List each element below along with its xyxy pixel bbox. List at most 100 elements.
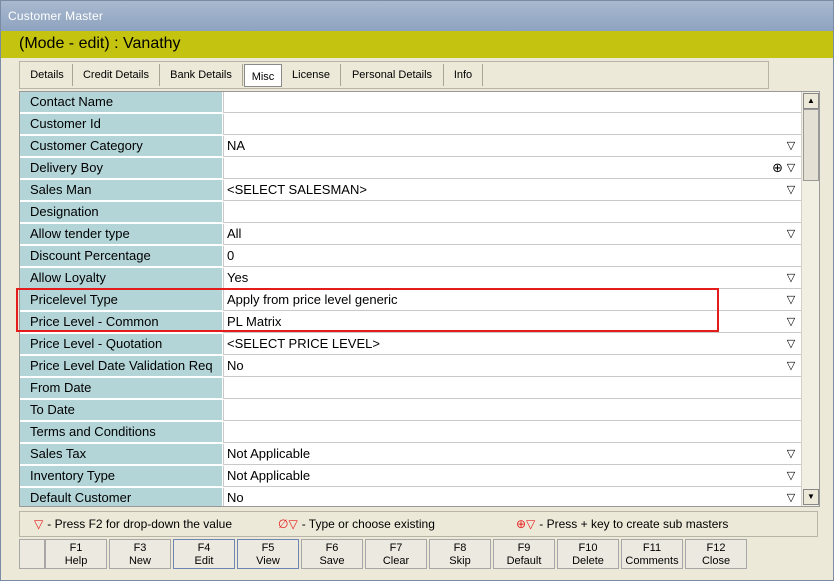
dropdown-arrow-icon[interactable]: ▽ xyxy=(785,492,797,504)
fkey-label: Delete xyxy=(572,555,604,567)
tab-credit-details[interactable]: Credit Details xyxy=(73,64,160,86)
field-value[interactable]: Not Applicable ▽ xyxy=(223,444,801,465)
function-key-bar: F1 Help F3 New F4 Edit F5 View F6 Save F7 Clear F8 Sk… xyxy=(19,539,747,571)
field-label: Sales Tax xyxy=(20,444,222,465)
field-value[interactable] xyxy=(223,422,801,443)
tab-personal-details[interactable]: Personal Details xyxy=(341,64,444,86)
tab-bank-details[interactable]: Bank Details xyxy=(160,64,243,86)
fkey-code: F10 xyxy=(578,542,598,554)
field-value[interactable]: <SELECT SALESMAN> ▽ xyxy=(223,180,801,201)
fkey-code: F8 xyxy=(453,542,467,554)
field-value[interactable]: Yes ▽ xyxy=(223,268,801,289)
f3-new-button[interactable]: F3 New xyxy=(109,539,171,569)
f4-edit-button[interactable]: F4 Edit xyxy=(173,539,235,569)
field-value[interactable]: ⊕ ▽ xyxy=(223,158,801,179)
field-value[interactable] xyxy=(223,400,801,421)
dropdown-arrow-icon[interactable]: ▽ xyxy=(785,338,797,350)
field-value[interactable]: Not Applicable ▽ xyxy=(223,466,801,487)
grid-row: Designation xyxy=(20,202,801,224)
field-value-text: No xyxy=(227,358,244,373)
tab-strip: Details Credit Details Bank Details Misc… xyxy=(19,61,769,89)
grid-row: Sales Tax Not Applicable ▽ xyxy=(20,444,801,466)
legend-submaster: ⊕▽ - Press + key to create sub masters xyxy=(516,517,728,531)
f6-save-button[interactable]: F6 Save xyxy=(301,539,363,569)
field-label: From Date xyxy=(20,378,222,399)
field-label: Allow Loyalty xyxy=(20,268,222,289)
vertical-scrollbar[interactable]: ▲ ▼ xyxy=(801,92,819,506)
grid-row: Customer Category NA ▽ xyxy=(20,136,801,158)
tab-details[interactable]: Details xyxy=(22,64,73,86)
f11-comments-button[interactable]: F11 Comments xyxy=(621,539,683,569)
field-value[interactable] xyxy=(223,114,801,135)
dropdown-arrow-icon[interactable]: ▽ xyxy=(785,448,797,460)
field-value[interactable]: PL Matrix ▽ xyxy=(223,312,801,333)
add-new-icon[interactable]: ⊕ xyxy=(772,160,783,176)
f7-clear-button[interactable]: F7 Clear xyxy=(365,539,427,569)
field-value-text: Apply from price level generic xyxy=(227,292,398,307)
field-value[interactable] xyxy=(223,92,801,113)
fkey-spacer-button[interactable] xyxy=(19,539,45,569)
field-label: Inventory Type xyxy=(20,466,222,487)
tab-info[interactable]: Info xyxy=(444,64,483,86)
field-value[interactable]: 0 xyxy=(223,246,801,267)
legend-dropdown-text: - Press F2 for drop-down the value xyxy=(47,517,232,531)
dropdown-arrow-icon[interactable]: ▽ xyxy=(785,360,797,372)
field-value[interactable]: Apply from price level generic ▽ xyxy=(223,290,801,311)
f12-close-button[interactable]: F12 Close xyxy=(685,539,747,569)
f1-help-button[interactable]: F1 Help xyxy=(45,539,107,569)
dropdown-arrow-icon[interactable]: ▽ xyxy=(785,162,797,174)
grid-row: Price Level Date Validation Req No ▽ xyxy=(20,356,801,378)
field-label: Discount Percentage xyxy=(20,246,222,267)
field-value[interactable] xyxy=(223,202,801,223)
scroll-up-icon[interactable]: ▲ xyxy=(803,93,819,109)
dropdown-arrow-icon[interactable]: ▽ xyxy=(785,184,797,196)
field-label: Price Level Date Validation Req xyxy=(20,356,222,377)
field-label: Price Level - Common xyxy=(20,312,222,333)
fkey-label: New xyxy=(128,555,151,567)
tab-license[interactable]: License xyxy=(282,64,341,86)
dropdown-arrow-icon[interactable]: ▽ xyxy=(785,228,797,240)
fkey-label: Save xyxy=(319,555,345,567)
legend-dropdown: ▽ - Press F2 for drop-down the value xyxy=(34,517,232,531)
fkey-label: Help xyxy=(64,555,88,567)
dropdown-arrow-icon[interactable]: ▽ xyxy=(785,140,797,152)
dropdown-arrow-icon[interactable]: ▽ xyxy=(785,316,797,328)
field-value[interactable]: <SELECT PRICE LEVEL> ▽ xyxy=(223,334,801,355)
fkey-label: Skip xyxy=(449,555,471,567)
grid-row: Allow Loyalty Yes ▽ xyxy=(20,268,801,290)
property-grid: Default Customer No ▽ Inventory Type Not App… xyxy=(19,91,820,507)
fkey-code: F12 xyxy=(706,542,726,554)
dropdown-arrow-icon[interactable]: ▽ xyxy=(785,294,797,306)
dropdown-arrow-icon[interactable]: ▽ xyxy=(785,272,797,284)
f9-default-button[interactable]: F9 Default xyxy=(493,539,555,569)
type-choose-icon: ∅▽ xyxy=(278,517,298,531)
grid-row: Sales Man <SELECT SALESMAN> ▽ xyxy=(20,180,801,202)
field-value[interactable] xyxy=(223,378,801,399)
field-label: To Date xyxy=(20,400,222,421)
grid-row: Discount Percentage 0 xyxy=(20,246,801,268)
f8-skip-button[interactable]: F8 Skip xyxy=(429,539,491,569)
customer-master-window: Customer Master (Mode - edit) : Vanathy … xyxy=(0,0,834,581)
field-label: Delivery Boy xyxy=(20,158,222,179)
field-value-text: Not Applicable xyxy=(227,446,311,461)
dropdown-arrow-icon[interactable]: ▽ xyxy=(785,470,797,482)
fkey-code: F7 xyxy=(389,542,403,554)
f5-view-button[interactable]: F5 View xyxy=(237,539,299,569)
title-bar: Customer Master xyxy=(1,1,833,31)
field-label: Default Customer xyxy=(20,488,222,506)
field-value[interactable]: No ▽ xyxy=(223,488,801,506)
field-value[interactable]: NA ▽ xyxy=(223,136,801,157)
dropdown-icon: ▽ xyxy=(34,517,44,531)
field-value-text: Yes xyxy=(227,270,249,285)
f10-delete-button[interactable]: F10 Delete xyxy=(557,539,619,569)
grid-row: Allow tender type All ▽ xyxy=(20,224,801,246)
tab-misc[interactable]: Misc xyxy=(244,64,282,87)
scroll-down-icon[interactable]: ▼ xyxy=(803,489,819,505)
scroll-thumb[interactable] xyxy=(803,109,819,181)
grid-row: Price Level - Quotation <SELECT PRICE LEV… xyxy=(20,334,801,356)
field-value[interactable]: No ▽ xyxy=(223,356,801,377)
field-value[interactable]: All ▽ xyxy=(223,224,801,245)
field-label: Pricelevel Type xyxy=(20,290,222,311)
field-label: Allow tender type xyxy=(20,224,222,245)
field-value-text: PL Matrix xyxy=(227,314,282,329)
